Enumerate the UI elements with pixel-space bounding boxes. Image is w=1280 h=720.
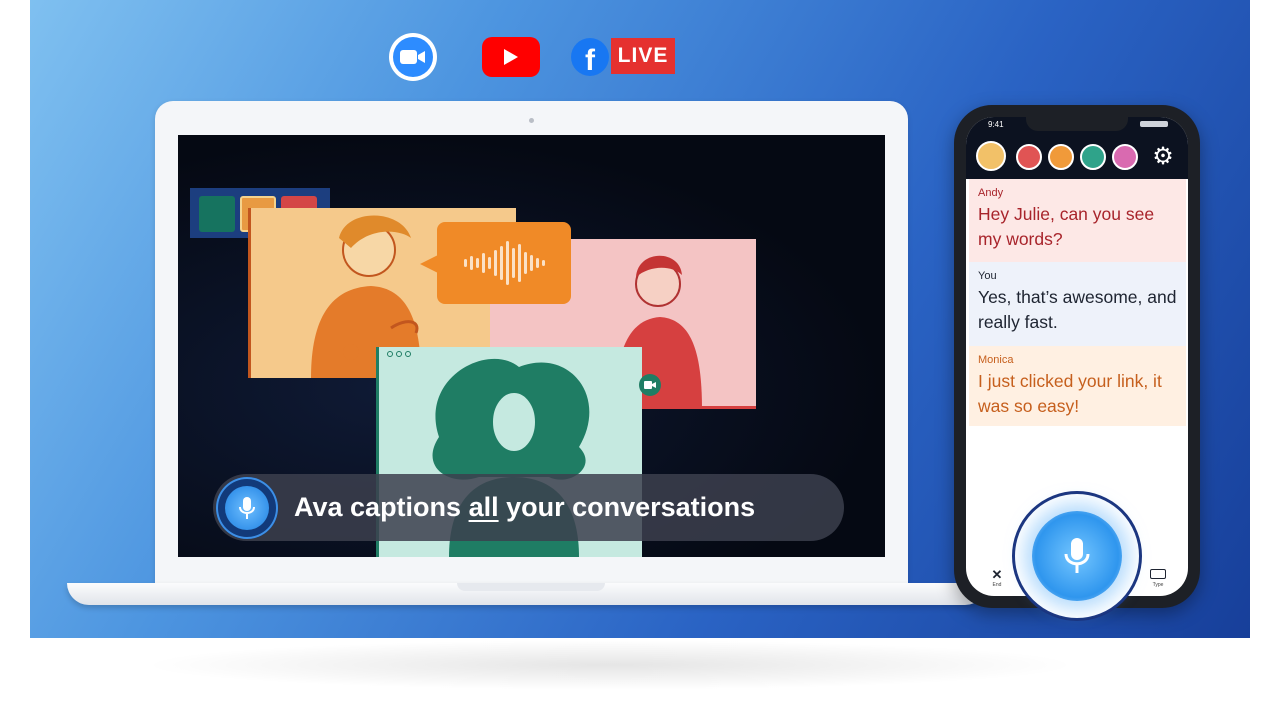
avatar-self[interactable] [976, 141, 1006, 171]
laptop-base [67, 583, 987, 605]
audio-waveform-bubble [437, 222, 571, 304]
transcript-message: Andy Hey Julie, can you see my words? [969, 179, 1186, 262]
message-speaker: Monica [978, 354, 1014, 366]
phone-header: 9:41 ⚙ [966, 117, 1188, 179]
phone-notch [1026, 117, 1128, 131]
microphone-icon [225, 485, 269, 530]
caption-text: Ava captions all your conversations [294, 492, 755, 523]
floor-shadow [140, 640, 1080, 690]
laptop-camera [529, 118, 534, 123]
live-badge: LIVE [611, 38, 675, 74]
left-margin [0, 0, 30, 720]
caption-bar: Ava captions all your conversations [213, 474, 844, 541]
platform-icons: f LIVE [0, 33, 1280, 81]
microphone-icon [1032, 511, 1122, 601]
speech-bubble-tail [420, 255, 438, 273]
message-speaker: You [978, 270, 997, 282]
transcript-message: Monica I just clicked your link, it was … [969, 346, 1186, 426]
window-dots-icon [387, 351, 411, 357]
status-time: 9:41 [988, 120, 1004, 129]
video-camera-icon [639, 374, 661, 396]
message-text: Yes, that’s awesome, and really fast. [978, 287, 1177, 332]
youtube-icon [482, 37, 540, 77]
message-speaker: Andy [978, 187, 1004, 199]
keyboard-icon[interactable] [1150, 569, 1166, 579]
caption-text-end: your conversations [498, 492, 756, 522]
mic-indicator-icon [343, 344, 359, 360]
facebook-letter: f [585, 44, 595, 76]
avatar-participant[interactable] [1016, 144, 1042, 170]
avatar-participant[interactable] [1112, 144, 1138, 170]
type-label: Type [1152, 582, 1164, 588]
caption-text-emphasis: all [468, 492, 499, 522]
right-margin [1250, 0, 1280, 720]
caption-mic-button[interactable] [216, 476, 278, 539]
transcript-message: You Yes, that’s awesome, and really fast… [969, 262, 1186, 346]
record-mic-button[interactable] [1012, 491, 1142, 621]
message-text: I just clicked your link, it was so easy… [978, 371, 1162, 416]
gear-icon[interactable]: ⚙ [1150, 143, 1176, 169]
laptop-screen: Ava captions all your conversations [178, 135, 885, 557]
facebook-icon: f [571, 38, 609, 76]
status-icons [1140, 121, 1168, 127]
caption-text-start: Ava captions [294, 492, 469, 522]
close-icon[interactable]: ✕ [986, 567, 1008, 583]
avatar-participant[interactable] [1048, 144, 1074, 170]
laptop-trackpad-notch [457, 583, 605, 591]
laptop: Ava captions all your conversations [155, 101, 908, 583]
end-label: End [992, 582, 1002, 588]
participant-thumbnail[interactable] [199, 196, 235, 232]
zoom-icon [389, 33, 437, 81]
avatar-participant[interactable] [1080, 144, 1106, 170]
message-text: Hey Julie, can you see my words? [978, 204, 1155, 249]
